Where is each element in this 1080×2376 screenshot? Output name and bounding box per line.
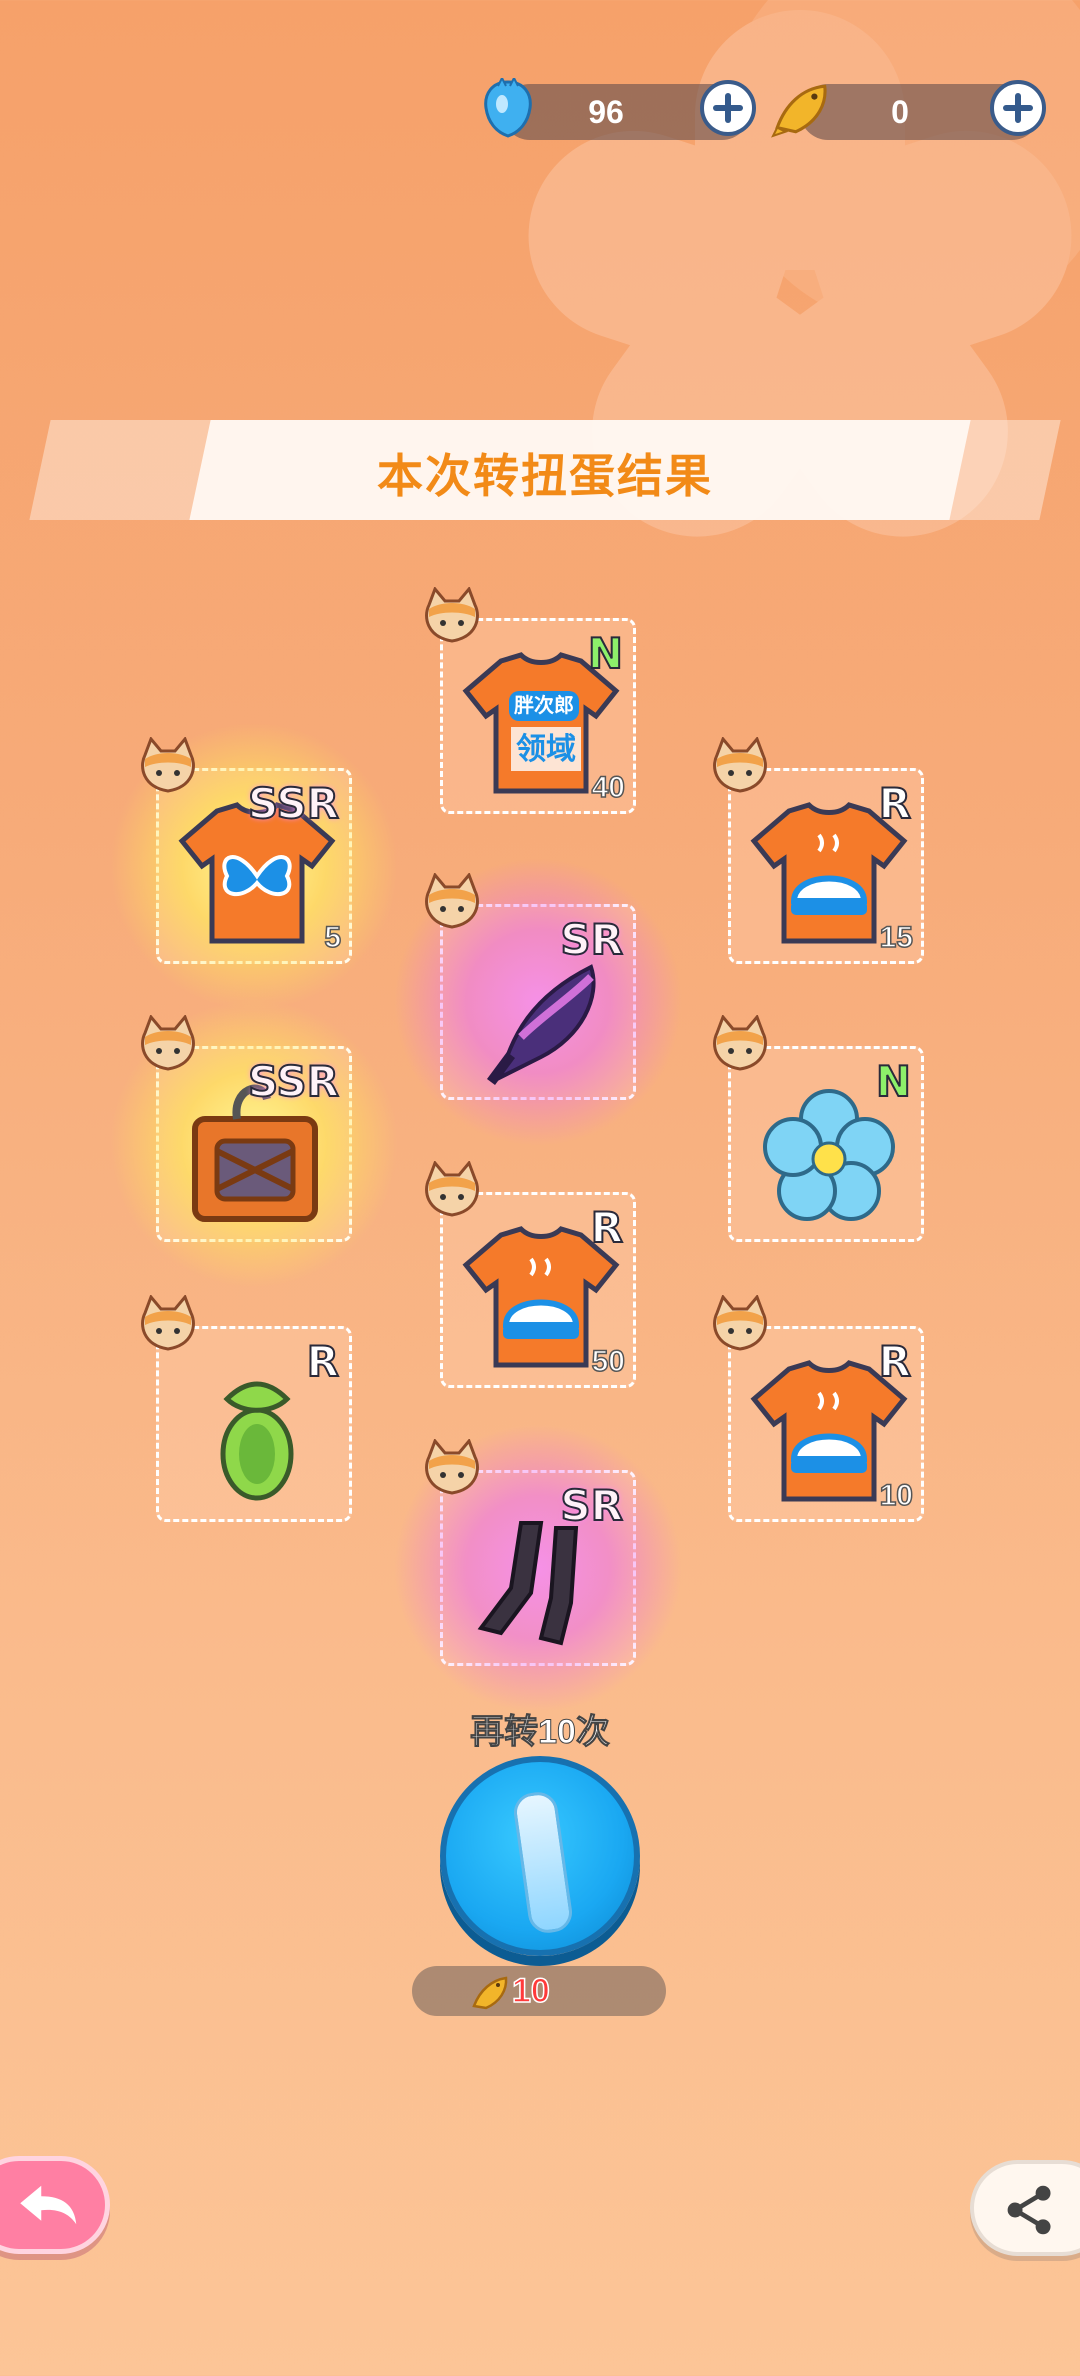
item-quantity: 15 [879, 920, 914, 955]
reward-item-card[interactable]: SR [393, 1423, 683, 1713]
share-button[interactable] [970, 2160, 1080, 2256]
rarity-badge: R [878, 778, 912, 829]
svg-text:胖次郎: 胖次郎 [513, 693, 574, 717]
item-quantity: 5 [324, 920, 342, 955]
cat-avatar-icon [425, 1439, 479, 1495]
add-gems-button[interactable] [700, 80, 756, 136]
rarity-badge: SR [559, 914, 624, 965]
capsule-lever-icon [511, 1789, 575, 1936]
cat-avatar-icon [425, 587, 479, 643]
gold-fish-icon [472, 1976, 508, 2010]
add-fish-button[interactable] [990, 80, 1046, 136]
reward-item-card[interactable]: R 15 [713, 737, 924, 964]
rarity-badge: R [590, 1202, 624, 1253]
rarity-badge: R [306, 1336, 340, 1387]
reward-item-card[interactable]: N [713, 1015, 924, 1242]
gem-count: 96 [588, 94, 624, 130]
rarity-badge: SSR [247, 778, 340, 829]
reward-item-card[interactable]: R 10 [713, 1295, 924, 1522]
cat-avatar-icon [713, 737, 767, 793]
item-quantity: 10 [879, 1478, 914, 1513]
share-icon [1007, 2185, 1051, 2235]
spin-again-button[interactable] [440, 1756, 640, 1956]
spin-cost-badge: 10 [412, 1966, 666, 2016]
rarity-badge: SR [559, 1480, 624, 1531]
item-quantity: 40 [591, 770, 626, 805]
item-quantity: 50 [591, 1344, 626, 1379]
svg-text:领域: 领域 [516, 732, 576, 767]
cat-avatar-icon [713, 1015, 767, 1071]
cat-avatar-icon [141, 1295, 195, 1351]
reward-item-card[interactable]: SR [393, 857, 683, 1147]
cat-avatar-icon [425, 873, 479, 929]
rarity-badge: R [878, 1336, 912, 1387]
fish-count: 0 [891, 94, 909, 130]
reward-item-card[interactable]: R 50 [425, 1161, 636, 1388]
gem-currency-bar: 96 [484, 78, 756, 140]
reward-item-card[interactable]: SSR [109, 999, 399, 1289]
spin-cost-value: 10 [511, 1971, 550, 2011]
result-title-banner: 本次转扭蛋结果 [29, 420, 1061, 520]
back-arrow-icon [20, 2185, 77, 2225]
reward-item-card[interactable]: R [141, 1295, 352, 1522]
rarity-badge: N [875, 1056, 912, 1107]
cat-avatar-icon [141, 1015, 195, 1071]
page-title: 本次转扭蛋结果 [377, 450, 713, 502]
rarity-badge: N [587, 628, 624, 679]
reward-item-card[interactable]: 胖次郎 领域 N 40 [425, 587, 636, 814]
fish-currency-bar: 0 [771, 80, 1046, 140]
back-button[interactable] [0, 2156, 110, 2254]
cat-avatar-icon [141, 737, 195, 793]
cat-avatar-icon [713, 1295, 767, 1351]
cat-avatar-icon [425, 1161, 479, 1217]
reward-item-card[interactable]: SSR 5 [109, 721, 399, 1011]
spin-again-label: 再转10次 [470, 1713, 611, 1752]
rarity-badge: SSR [247, 1056, 340, 1107]
